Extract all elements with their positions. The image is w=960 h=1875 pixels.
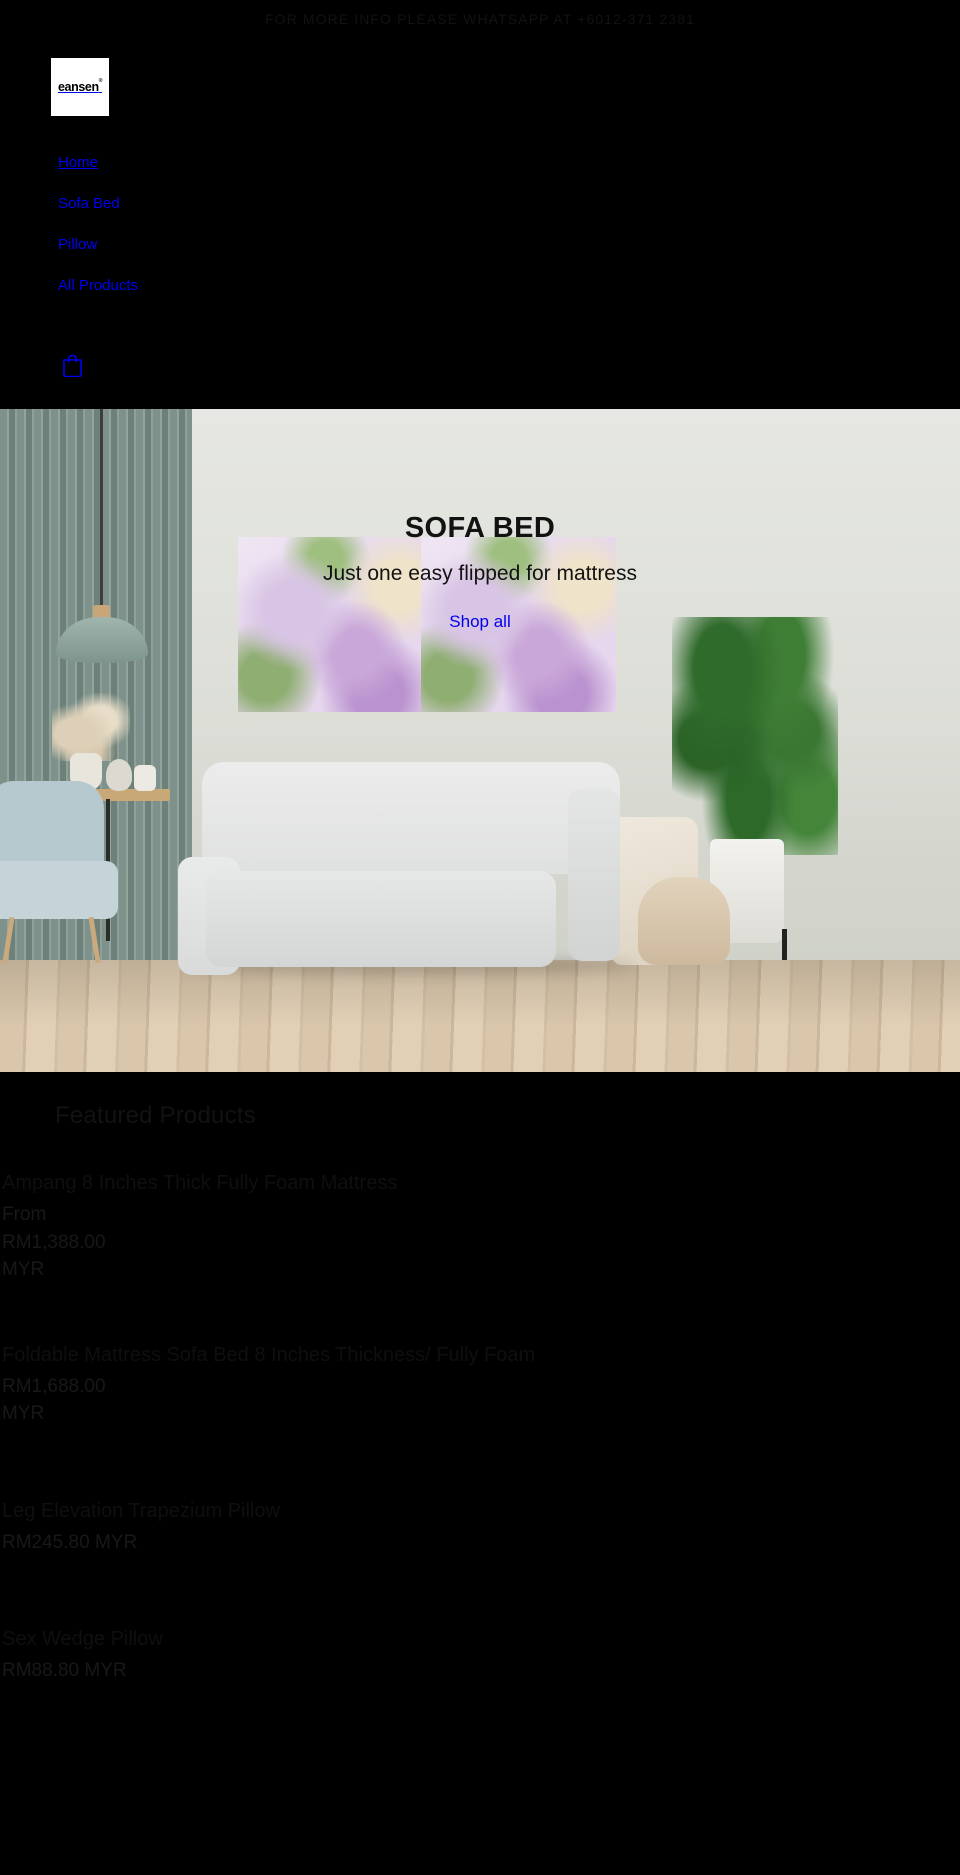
nav-item-home[interactable]: Home	[58, 142, 98, 183]
header-actions	[0, 306, 960, 409]
main-navigation: Home Sofa Bed Pillow All Products	[0, 142, 960, 306]
hero-content: SOFA BED Just one easy flipped for mattr…	[0, 409, 960, 1072]
featured-products-title: Featured Products	[55, 1102, 256, 1129]
product-title[interactable]: Foldable Mattress Sofa Bed 8 Inches Thic…	[0, 1342, 960, 1369]
product-spacer	[0, 1584, 960, 1626]
nav-item-all-products[interactable]: All Products	[58, 265, 138, 306]
product-card[interactable]: Foldable Mattress Sofa Bed 8 Inches Thic…	[0, 1312, 960, 1456]
logo-trademark: ®	[98, 77, 103, 84]
product-price: RM1,688.00 MYR	[2, 1375, 106, 1425]
hero-banner: SOFA BED Just one easy flipped for mattr…	[0, 409, 960, 1072]
site-logo[interactable]: eansen®	[51, 58, 109, 116]
featured-products-section: Featured Products Ampang 8 Inches Thick …	[0, 1072, 960, 1713]
logo-text: eansen®	[58, 77, 103, 94]
product-title[interactable]: Leg Elevation Trapezium Pillow	[0, 1498, 960, 1525]
product-card[interactable]: Ampang 8 Inches Thick Fully Foam Mattres…	[0, 1170, 960, 1312]
product-price: RM88.80 MYR	[2, 1660, 127, 1682]
hero-shop-all-link[interactable]: Shop all	[449, 612, 510, 632]
shopping-bag-icon	[63, 354, 82, 378]
product-title[interactable]: Ampang 8 Inches Thick Fully Foam Mattres…	[0, 1170, 960, 1197]
announcement-bar: FOR MORE INFO PLEASE WHATSAPP AT +6012-3…	[0, 0, 960, 38]
nav-item-sofa-bed[interactable]: Sofa Bed	[58, 183, 120, 224]
site-header: eansen® Home Sofa Bed Pillow All Product…	[0, 38, 960, 409]
logo-wrapper: eansen®	[51, 38, 109, 116]
cart-button[interactable]	[62, 354, 83, 378]
product-spacer	[0, 1456, 960, 1498]
announcement-text: FOR MORE INFO PLEASE WHATSAPP AT +6012-3…	[265, 11, 695, 27]
product-title[interactable]: Sex Wedge Pillow	[0, 1626, 960, 1653]
product-price: From RM1,388.00 MYR	[2, 1204, 106, 1281]
hero-title: SOFA BED	[404, 512, 556, 544]
product-card[interactable]: Leg Elevation Trapezium Pillow RM245.80 …	[0, 1456, 960, 1585]
product-spacer	[0, 1312, 960, 1342]
hero-subtitle: Just one easy flipped for mattress	[323, 561, 637, 585]
logo-word: eansen	[58, 80, 99, 94]
product-card[interactable]: Sex Wedge Pillow RM88.80 MYR	[0, 1584, 960, 1713]
nav-item-pillow[interactable]: Pillow	[58, 224, 97, 265]
product-grid: Ampang 8 Inches Thick Fully Foam Mattres…	[0, 1170, 960, 1713]
product-price: RM245.80 MYR	[2, 1531, 138, 1553]
